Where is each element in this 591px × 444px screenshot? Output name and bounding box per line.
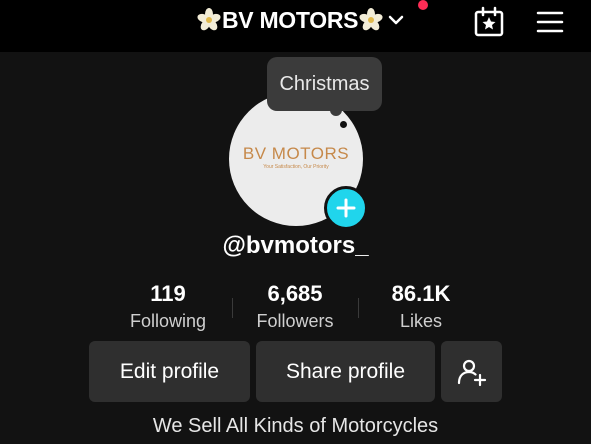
add-friend-button[interactable]: [441, 341, 502, 402]
edit-profile-button[interactable]: Edit profile: [89, 341, 250, 402]
add-user-icon: [457, 359, 486, 386]
tooltip-text: Christmas: [279, 72, 370, 95]
stat-label: Likes: [399, 311, 443, 331]
share-profile-button[interactable]: Share profile: [256, 341, 435, 402]
bio-text: We Sell All Kinds of Motorcycles: [152, 415, 439, 437]
stat-divider: [232, 298, 233, 318]
chevron-down-icon[interactable]: [386, 10, 406, 30]
avatar-logo-text: BV MOTORS: [242, 144, 350, 163]
account-switcher[interactable]: BV MOTORS: [196, 4, 406, 36]
stat-followers[interactable]: 6,685 Followers: [235, 280, 355, 334]
tooltip-dot: [340, 121, 347, 128]
stat-value: 6,685: [267, 281, 323, 306]
calendar-star-icon[interactable]: [473, 6, 505, 38]
stat-label: Followers: [256, 311, 334, 331]
stat-label: Following: [129, 311, 207, 331]
notification-dot: [418, 0, 428, 10]
plus-icon: [336, 198, 356, 218]
flower-icon: [196, 7, 222, 33]
top-bar: BV MOTORS: [0, 0, 591, 52]
stat-value: 86.1K: [391, 281, 451, 306]
status-tooltip[interactable]: Christmas: [267, 57, 382, 111]
stat-following[interactable]: 119 Following: [108, 280, 228, 334]
avatar-tagline: Your Satisfaction, Our Priority: [263, 164, 329, 170]
stat-likes[interactable]: 86.1K Likes: [361, 280, 481, 334]
hamburger-menu-icon[interactable]: [536, 10, 564, 34]
flower-icon: [358, 7, 384, 33]
username: @bvmotors_: [222, 232, 369, 259]
stat-value: 119: [150, 281, 186, 306]
account-name: BV MOTORS: [222, 6, 359, 33]
stat-divider: [358, 298, 359, 318]
add-story-button[interactable]: [324, 186, 368, 230]
